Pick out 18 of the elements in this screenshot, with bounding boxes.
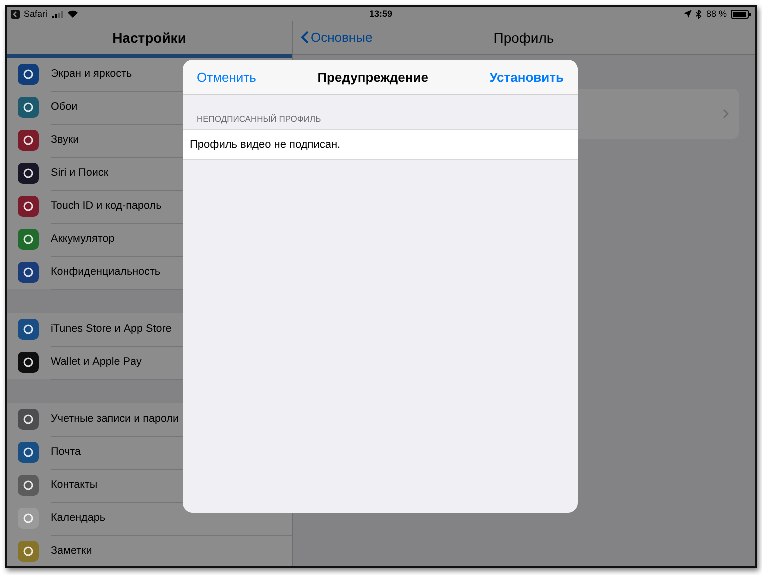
- bluetooth-icon: [696, 10, 702, 18]
- battery-icon: [731, 10, 751, 18]
- dialog-title: Предупреждение: [318, 70, 428, 84]
- back-app-label[interactable]: Safari: [24, 9, 48, 19]
- cancel-button[interactable]: Отменить: [197, 70, 256, 84]
- battery-percent: 88 %: [706, 9, 727, 19]
- signal-icon: [52, 10, 64, 18]
- chevron-left-icon: [301, 31, 309, 44]
- warning-message: Профиль видео не подписан.: [183, 129, 578, 160]
- sidebar-title: Настройки: [112, 30, 186, 46]
- wifi-icon: [68, 10, 78, 18]
- back-icon[interactable]: [11, 10, 20, 18]
- detail-title: Профиль: [494, 30, 554, 46]
- location-icon: [684, 10, 692, 18]
- install-button[interactable]: Установить: [490, 70, 564, 84]
- clock: 13:59: [369, 9, 393, 19]
- chevron-icon: [723, 109, 729, 119]
- settings-item[interactable]: Заметки: [51, 534, 292, 566]
